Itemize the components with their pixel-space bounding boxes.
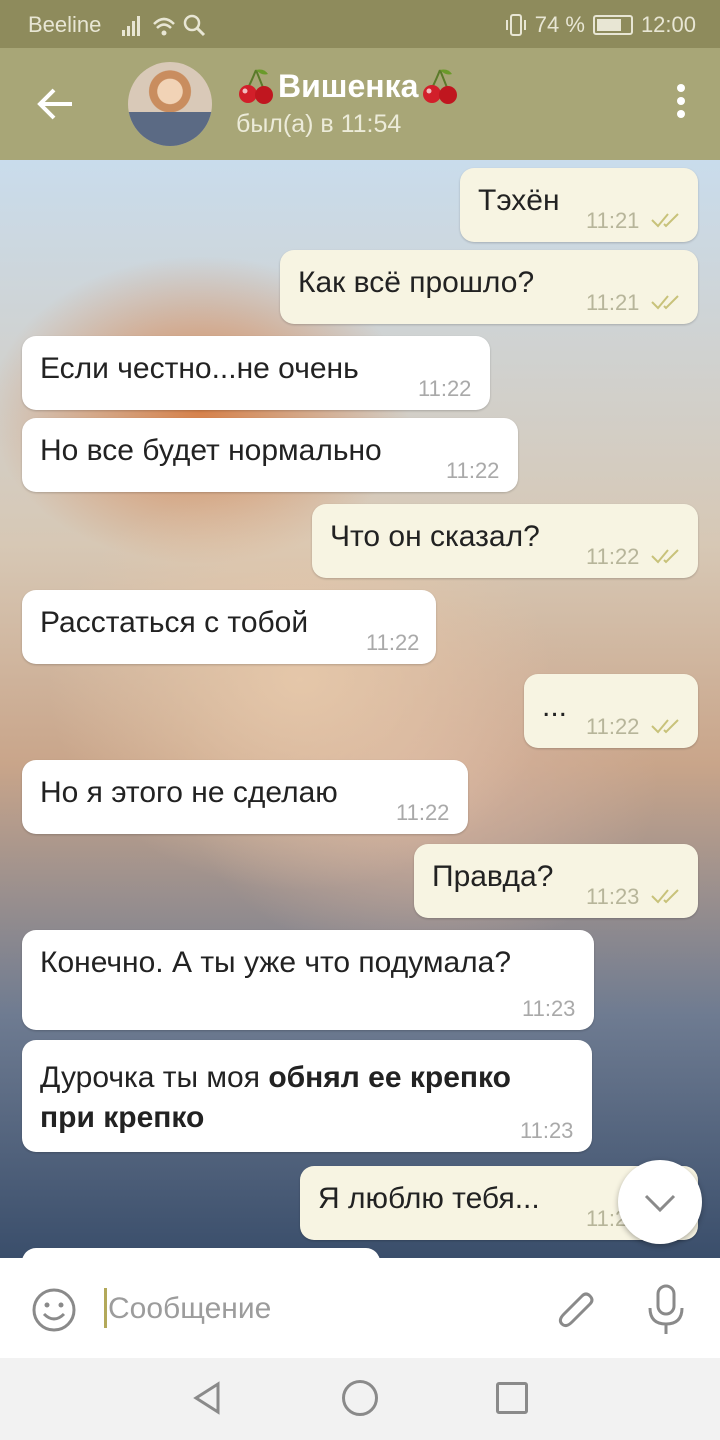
message-incoming-partial[interactable] bbox=[22, 1248, 380, 1258]
message-time: 11:21 bbox=[586, 290, 640, 315]
carrier-label: Beeline bbox=[28, 12, 102, 37]
read-ticks-icon bbox=[651, 889, 679, 904]
read-ticks-icon bbox=[651, 719, 679, 734]
battery-percent: 74 % bbox=[534, 12, 585, 37]
back-arrow-icon[interactable] bbox=[30, 82, 80, 126]
chat-area[interactable]: Тэхён 11:21 Как всё прошло? 11:21 Если ч… bbox=[0, 160, 720, 1258]
status-bar: Beeline 74 % 12:00 bbox=[0, 0, 720, 48]
message-incoming[interactable]: Но все будет нормально 11:22 bbox=[22, 418, 518, 492]
cherry-icon bbox=[239, 69, 273, 104]
nav-home-icon[interactable] bbox=[342, 1380, 378, 1416]
read-ticks-icon bbox=[651, 549, 679, 564]
cherry-icon bbox=[423, 69, 458, 104]
message-outgoing[interactable]: ... 11:22 bbox=[524, 674, 698, 748]
message-incoming[interactable]: Но я этого не сделаю 11:22 bbox=[22, 760, 468, 834]
message-input[interactable]: Сообщение bbox=[108, 1292, 271, 1326]
system-nav-bar bbox=[0, 1358, 720, 1440]
read-ticks-icon bbox=[651, 213, 679, 228]
message-incoming[interactable]: Если честно...не очень 11:22 bbox=[22, 336, 490, 410]
message-incoming[interactable]: Расстаться с тобой 11:22 bbox=[22, 590, 436, 664]
text-caret bbox=[104, 1288, 107, 1328]
message-time: 11:23 bbox=[522, 996, 576, 1021]
message-outgoing[interactable]: Что он сказал? 11:22 bbox=[312, 504, 698, 578]
chat-title[interactable]: Вишенка bbox=[236, 66, 460, 106]
message-time: 11:22 bbox=[446, 458, 500, 483]
chevron-down-icon bbox=[644, 1194, 676, 1213]
emoji-icon[interactable] bbox=[30, 1286, 78, 1334]
more-vertical-icon[interactable] bbox=[674, 84, 688, 124]
message-time: 11:23 bbox=[586, 884, 640, 909]
message-outgoing[interactable]: Тэхён 11:21 bbox=[460, 168, 698, 242]
avatar[interactable] bbox=[128, 62, 212, 146]
status-right: 74 % 12:00 bbox=[505, 12, 696, 38]
message-outgoing[interactable]: Как всё прошло? 11:21 bbox=[280, 250, 698, 324]
read-ticks-icon bbox=[651, 295, 679, 310]
vibrate-icon bbox=[505, 14, 526, 36]
nav-recent-icon[interactable] bbox=[496, 1382, 528, 1414]
chat-header: Вишенка был(а) в 11:54 bbox=[0, 48, 720, 160]
message-outgoing[interactable]: Правда? 11:23 bbox=[414, 844, 698, 918]
attach-icon[interactable] bbox=[554, 1286, 598, 1336]
message-time: 11:22 bbox=[418, 376, 472, 401]
message-time: 11:22 bbox=[586, 714, 640, 739]
status-time: 12:00 bbox=[640, 12, 696, 37]
scroll-down-button[interactable] bbox=[618, 1160, 702, 1244]
battery-icon bbox=[592, 15, 633, 35]
contact-name: Вишенка bbox=[278, 67, 419, 104]
mic-icon[interactable] bbox=[646, 1284, 686, 1336]
nav-back-icon[interactable] bbox=[190, 1380, 224, 1416]
message-incoming[interactable]: Дурочка ты моя обнял ее крепко при крепко… bbox=[22, 1040, 592, 1152]
message-input-bar: Сообщение bbox=[0, 1258, 720, 1358]
message-time: 11:22 bbox=[396, 800, 450, 825]
last-seen-status: был(а) в 11:54 bbox=[236, 110, 402, 138]
message-time: 11:22 bbox=[586, 544, 640, 569]
battery-fill bbox=[596, 19, 621, 31]
message-time: 11:21 bbox=[586, 208, 640, 233]
message-time: 11:22 bbox=[366, 630, 420, 655]
message-time: 11:23 bbox=[520, 1118, 574, 1143]
message-incoming[interactable]: Конечно. А ты уже что подумала? 11:23 bbox=[22, 930, 594, 1030]
signal-wifi-search-icon bbox=[122, 14, 206, 37]
